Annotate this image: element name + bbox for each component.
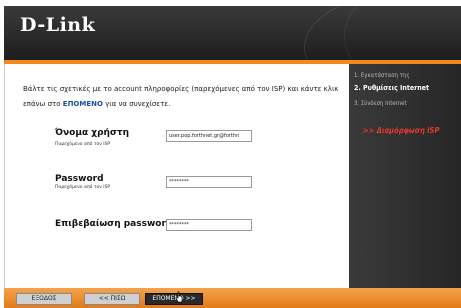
hand-cursor-icon xyxy=(175,291,183,303)
username-label: Όνομα χρήστη xyxy=(55,128,130,138)
step-2: 2. Ρυθμίσεις Internet xyxy=(354,84,430,92)
wizard-steps-panel: 1. Εγκατάσταση της 2. Ρυθμίσεις Internet… xyxy=(349,64,461,288)
username-field[interactable]: user.pop.forthnet.gr@forthn xyxy=(166,130,252,142)
username-hint: Παρεχόμενο από τον ISP xyxy=(55,142,111,147)
main-panel: Βάλτε τις σχετικές με το account πληροφο… xyxy=(4,64,350,288)
header-decoration xyxy=(344,6,461,60)
intro-text-part2: για να συνεχίσετε. xyxy=(102,100,171,108)
intro-text: Βάλτε τις σχετικές με το account πληροφο… xyxy=(23,82,343,112)
step-3: 3. Σύνδεση Internet xyxy=(354,100,407,107)
password-hint: Παρεχόμενο από τον ISP xyxy=(55,185,111,190)
dlink-logo: D-Link xyxy=(20,14,96,36)
confirm-password-field[interactable]: ******** xyxy=(166,219,252,231)
exit-button[interactable]: ΕΞΟΔΟΣ xyxy=(16,293,72,305)
next-button[interactable]: ΕΠΟΜΕΝΟ >> xyxy=(145,293,203,305)
header-banner: D-Link xyxy=(4,6,461,60)
intro-next-highlight: ΕΠΟΜΕΝΟ xyxy=(62,100,103,108)
confirm-password-label: Επιβεβαίωση password xyxy=(55,219,173,229)
password-field[interactable]: ******** xyxy=(166,176,252,188)
back-button[interactable]: << ΠΙΣΩ xyxy=(84,293,140,305)
step-1: 1. Εγκατάσταση της xyxy=(354,72,410,79)
password-label: Password xyxy=(55,174,104,184)
footer-bar: ΕΞΟΔΟΣ << ΠΙΣΩ ΕΠΟΜΕΝΟ >> xyxy=(4,288,461,308)
substep-isp-config: >> Διαμόρφωση ISP xyxy=(363,126,440,135)
